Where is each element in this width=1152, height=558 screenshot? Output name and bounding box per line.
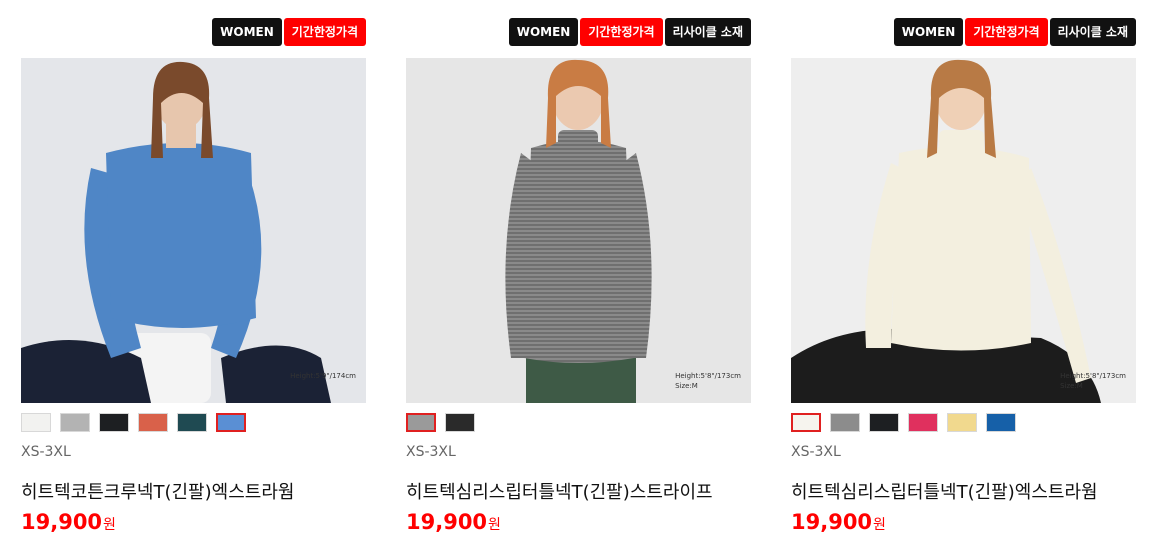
size-range: XS-3XL	[21, 444, 71, 460]
color-swatch[interactable]	[791, 413, 821, 432]
badge-group: WOMEN 기간한정가격 리사이클 소재	[508, 18, 751, 46]
color-swatch[interactable]	[177, 413, 207, 432]
color-swatch[interactable]	[99, 413, 129, 432]
product-image[interactable]: Height:5'8"/173cm Size:M	[791, 58, 1136, 403]
price-currency: 원	[488, 517, 501, 533]
model-info: Height:5'8"/173cm Size:M	[1060, 371, 1126, 391]
color-swatch[interactable]	[986, 413, 1016, 432]
color-swatch[interactable]	[406, 413, 436, 432]
product-price: 19,900원	[21, 510, 116, 534]
size-range: XS-3XL	[406, 444, 456, 460]
color-swatch[interactable]	[830, 413, 860, 432]
color-swatches	[791, 413, 1016, 432]
product-image[interactable]: Height:5'8"/173cm Size:M	[406, 58, 751, 403]
product-name[interactable]: 히트텍코튼크루넥T(긴팔)엑스트라웜	[21, 478, 294, 504]
color-swatch[interactable]	[60, 413, 90, 432]
badge-group: WOMEN 기간한정가격	[212, 18, 366, 46]
badge-women: WOMEN	[212, 18, 282, 46]
product-image[interactable]: Height:5'9"/174cm	[21, 58, 366, 403]
color-swatch[interactable]	[908, 413, 938, 432]
color-swatch[interactable]	[138, 413, 168, 432]
color-swatch[interactable]	[869, 413, 899, 432]
model-size: Size:M	[675, 382, 698, 390]
color-swatch[interactable]	[445, 413, 475, 432]
product-card[interactable]: WOMEN 기간한정가격 Height:5'9"/174cm XS-3XL 히트…	[21, 0, 366, 558]
price-amount: 19,900	[406, 510, 488, 534]
price-amount: 19,900	[791, 510, 873, 534]
product-name[interactable]: 히트텍심리스립터틀넥T(긴팔)엑스트라웜	[791, 478, 1098, 504]
price-currency: 원	[873, 517, 886, 533]
product-price: 19,900원	[791, 510, 886, 534]
product-card[interactable]: WOMEN 기간한정가격 리사이클 소재 Height:5'8"/173cm S…	[791, 0, 1136, 558]
model-height: Height:5'9"/174cm	[290, 372, 356, 380]
model-info: Height:5'9"/174cm	[290, 371, 356, 381]
model-photo	[791, 58, 1136, 403]
product-name[interactable]: 히트텍심리스립터틀넥T(긴팔)스트라이프	[406, 478, 713, 504]
badge-women: WOMEN	[508, 18, 579, 46]
model-height: Height:5'8"/173cm	[1060, 372, 1126, 380]
product-card[interactable]: WOMEN 기간한정가격 리사이클 소재 Height:5'8"/173cm S…	[406, 0, 751, 558]
badge-recycled-material: 리사이클 소재	[664, 18, 751, 46]
model-photo	[21, 58, 366, 403]
model-photo	[406, 58, 751, 403]
badge-limited-price: 기간한정가격	[580, 18, 663, 46]
color-swatch[interactable]	[216, 413, 246, 432]
size-range: XS-3XL	[791, 444, 841, 460]
price-amount: 19,900	[21, 510, 103, 534]
model-size: Size:M	[1060, 382, 1083, 390]
model-info: Height:5'8"/173cm Size:M	[675, 371, 741, 391]
badge-limited-price: 기간한정가격	[965, 18, 1048, 46]
price-currency: 원	[103, 517, 116, 533]
model-height: Height:5'8"/173cm	[675, 372, 741, 380]
badge-limited-price: 기간한정가격	[283, 18, 366, 46]
product-price: 19,900원	[406, 510, 501, 534]
badge-women: WOMEN	[893, 18, 964, 46]
badge-group: WOMEN 기간한정가격 리사이클 소재	[893, 18, 1136, 46]
badge-recycled-material: 리사이클 소재	[1049, 18, 1136, 46]
color-swatches	[21, 413, 246, 432]
color-swatch[interactable]	[21, 413, 51, 432]
color-swatch[interactable]	[947, 413, 977, 432]
color-swatches	[406, 413, 475, 432]
